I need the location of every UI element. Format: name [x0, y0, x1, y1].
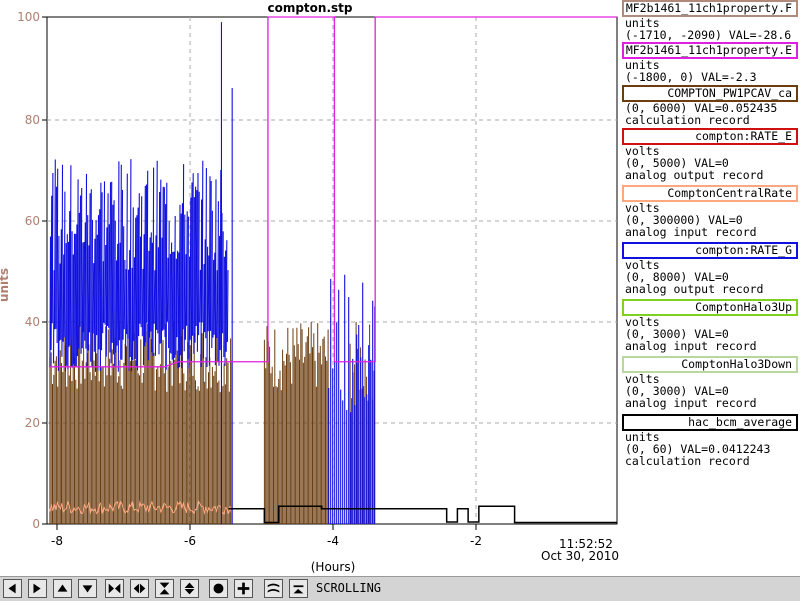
- zoom-in-vertical-button[interactable]: [155, 579, 174, 598]
- x-tick-label: -8: [51, 534, 63, 548]
- arrow-down-button[interactable]: [78, 579, 97, 598]
- toolbar: SCROLLING: [0, 576, 800, 601]
- scroll-mode-button[interactable]: [264, 579, 283, 598]
- y-tick-label: 80: [25, 113, 40, 127]
- x-axis-label: (Hours): [311, 560, 356, 574]
- arrow-right-icon: [33, 583, 41, 594]
- arrow-left-icon: [8, 583, 16, 594]
- legend-trace-label: MF2b1461_11ch1property.F: [625, 1, 792, 15]
- y-axis-label: units: [0, 268, 11, 302]
- add-icon: [237, 582, 250, 595]
- x-tick-label: -4: [327, 534, 339, 548]
- legend-range: (-1710, -2090) VAL=-28.6: [625, 28, 792, 42]
- y-tick-label: 60: [25, 214, 40, 228]
- zoom-in-vertical-icon: [159, 582, 170, 595]
- zoom-in-horizontal-icon: [108, 583, 121, 594]
- x-tick-label: -6: [184, 534, 196, 548]
- legend-trace-label: hac_bcm_average: [688, 415, 792, 429]
- legend-trace-name[interactable]: compton:RATE_E: [622, 128, 798, 145]
- y-tick-label: 0: [32, 517, 40, 531]
- reset-button[interactable]: [209, 579, 228, 598]
- cursor-button[interactable]: [289, 579, 308, 598]
- y-tick-label: 20: [25, 416, 40, 430]
- zoom-out-vertical-button[interactable]: [180, 579, 199, 598]
- arrow-up-button[interactable]: [53, 579, 72, 598]
- plot-area[interactable]: 100 80 60 40 20 0 units -8 -6 -4 -2 11:5…: [0, 0, 620, 576]
- zoom-out-horizontal-icon: [133, 583, 146, 594]
- arrow-left-button[interactable]: [3, 579, 22, 598]
- x-tick-label: -2: [470, 534, 482, 548]
- zoom-out-horizontal-button[interactable]: [130, 579, 149, 598]
- legend-trace-name[interactable]: MF2b1461_11ch1property.E: [622, 42, 798, 59]
- add-button[interactable]: [234, 579, 253, 598]
- legend-record-type: analog input record: [625, 225, 757, 239]
- reset-icon: [213, 583, 224, 594]
- legend-trace-label: COMPTON_PW1PCAV_ca: [667, 86, 792, 100]
- legend-panel: MF2b1461_11ch1property.F units (-1710, -20…: [622, 0, 800, 575]
- legend-record-type: calculation record: [625, 454, 750, 468]
- plot-title: compton.stp: [267, 1, 353, 15]
- arrow-down-icon: [82, 585, 93, 593]
- legend-trace-label: compton:RATE_G: [695, 243, 792, 257]
- legend-record-type: analog output record: [625, 282, 764, 296]
- legend-trace-name[interactable]: compton:RATE_G: [622, 242, 798, 259]
- legend-trace-label: ComptonCentralRate: [667, 186, 792, 200]
- arrow-right-button[interactable]: [28, 579, 47, 598]
- status-text: SCROLLING: [316, 581, 382, 595]
- zoom-in-horizontal-button[interactable]: [105, 579, 124, 598]
- legend-trace-label: MF2b1461_11ch1property.E: [625, 43, 792, 57]
- legend-trace-label: ComptonHalo3Down: [681, 357, 792, 371]
- scroll-mode-icon: [267, 583, 280, 593]
- legend-record-type: analog input record: [625, 396, 757, 410]
- arrow-up-icon: [57, 584, 68, 592]
- legend-range: (-1800, 0) VAL=-2.3: [625, 70, 757, 84]
- y-tick-label: 40: [25, 315, 40, 329]
- zoom-out-vertical-icon: [184, 582, 195, 595]
- legend-trace-name[interactable]: ComptonHalo3Up: [622, 299, 798, 316]
- legend-record-type: analog output record: [625, 168, 764, 182]
- legend-record-type: analog input record: [625, 339, 757, 353]
- legend-trace-name[interactable]: MF2b1461_11ch1property.F: [622, 0, 798, 17]
- legend-trace-name[interactable]: ComptonHalo3Down: [622, 356, 798, 373]
- legend-trace-name[interactable]: hac_bcm_average: [622, 414, 798, 431]
- legend-record-type: calculation record: [625, 113, 750, 127]
- legend-trace-name[interactable]: ComptonCentralRate: [622, 185, 798, 202]
- legend-trace-name[interactable]: COMPTON_PW1PCAV_ca: [622, 85, 798, 102]
- cursor-icon: [293, 585, 304, 594]
- legend-trace-label: compton:RATE_E: [695, 129, 792, 143]
- legend-trace-label: ComptonHalo3Up: [695, 300, 792, 314]
- date-label: Oct 30, 2010: [541, 549, 619, 563]
